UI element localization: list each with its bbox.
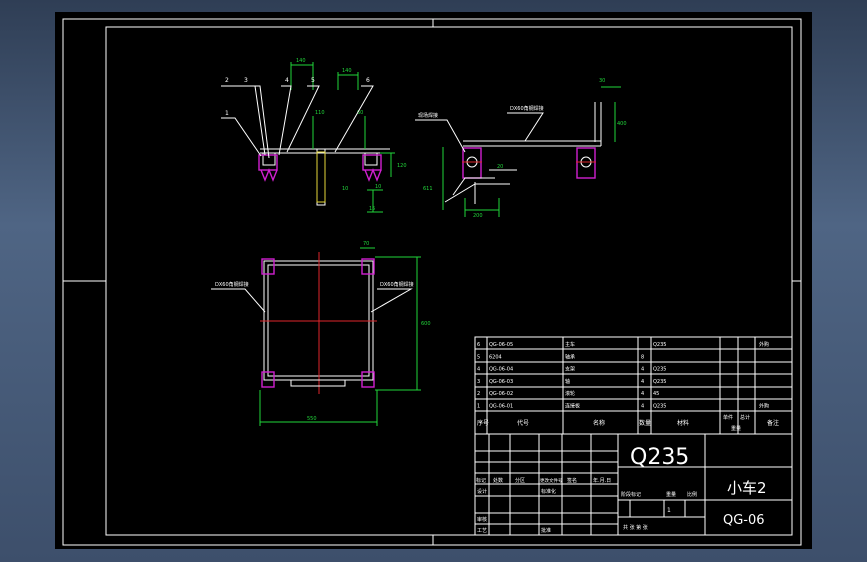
- scale-label: 比例: [687, 491, 697, 498]
- bom-cell-code: QG-06-02: [489, 391, 513, 397]
- bom-cell-seq: 5: [477, 354, 480, 360]
- bom-cell-material: Q235: [653, 404, 666, 410]
- bom-cell-material: 45: [653, 391, 659, 397]
- mark-label-1: 标记: [476, 477, 486, 484]
- mark-label-6: 年.月.日: [593, 477, 611, 484]
- title-block: Q235 小车2 QG-06 标记 处数 分区 更改文件号 签名 年.月.日 设…: [474, 433, 793, 536]
- weight-label: 重量: [666, 491, 676, 498]
- cad-viewport[interactable]: 10 15 120 10 60 110 140 140 1 2 3 4 5 6: [55, 12, 812, 549]
- bom-cell-qty: 8: [641, 354, 644, 360]
- side-view: 200 611 20 30 400 现场焊接 DX60角钢焊接: [415, 78, 627, 219]
- bom-cell-seq: 1: [477, 404, 480, 410]
- bom-cell-seq: 4: [477, 367, 480, 373]
- process-label: 工艺: [477, 528, 487, 534]
- stage-label: 阶段标记: [621, 491, 641, 498]
- side-bracket-left: [462, 147, 482, 179]
- callout-plan-left: DX60角钢焊接: [215, 281, 249, 288]
- roller-left: [258, 154, 278, 171]
- bom-cell-note: 外购: [759, 341, 769, 348]
- bom-cell-code: QG-06-03: [489, 379, 513, 385]
- bom-cell-code: QG-06-05: [489, 342, 513, 348]
- dim-140-left: 140: [296, 58, 306, 64]
- std-label: 标准化: [541, 488, 556, 495]
- dim-600: 600: [421, 321, 431, 327]
- dim-611: 611: [423, 186, 433, 192]
- dim-400: 400: [617, 121, 627, 127]
- svg-text:10: 10: [375, 184, 381, 190]
- front-view: 10 15 120 10 60 110 140 140 1 2 3 4 5 6: [221, 58, 407, 213]
- bom-cell-qty: 4: [641, 379, 644, 385]
- dim-120: 120: [397, 163, 407, 169]
- bom-header-material: 材料: [677, 419, 689, 427]
- bom-cell-code: QG-06-01: [489, 404, 513, 410]
- dim-550: 550: [307, 416, 317, 422]
- dim-140-right: 140: [342, 68, 352, 74]
- approve-label: 批准: [541, 527, 551, 534]
- drawing-canvas: 10 15 120 10 60 110 140 140 1 2 3 4 5 6: [62, 18, 802, 546]
- dim-200: 200: [473, 213, 483, 219]
- dim-10: 10: [342, 186, 348, 192]
- balloon-2: 2: [225, 77, 229, 84]
- mark-label-5: 签名: [567, 477, 577, 484]
- bom-cell-name: 轴: [565, 378, 570, 385]
- audit-label: 审核: [477, 516, 487, 523]
- bom-cell-seq: 3: [477, 379, 480, 385]
- material-label: Q235: [630, 445, 689, 470]
- bom-cell-qty: 4: [641, 404, 644, 410]
- bom-cell-name: 支架: [565, 366, 575, 373]
- balloon-3: 3: [244, 77, 248, 84]
- bom-cell-qty: 4: [641, 367, 644, 373]
- bom-header-name: 名称: [593, 419, 605, 427]
- bom-cell-seq: 2: [477, 391, 480, 397]
- design-label: 设计: [477, 488, 487, 495]
- bom-cell-material: Q235: [653, 379, 666, 385]
- outer-frame: [62, 18, 802, 546]
- dim-20: 20: [497, 164, 503, 170]
- drawing-number: QG-06: [723, 513, 765, 528]
- bom-cell-name: 连接板: [565, 403, 580, 410]
- drawing-title: 小车2: [727, 479, 767, 497]
- balloon-5: 5: [311, 77, 315, 84]
- mark-label-2: 处数: [493, 477, 503, 484]
- callout-weld: 现场焊接: [418, 112, 438, 119]
- bom-cell-name: 轴承: [565, 353, 575, 360]
- bom-cell-seq: 6: [477, 342, 480, 348]
- bom-header-code: 代号: [517, 419, 529, 427]
- bom-cell-qty: 4: [641, 391, 644, 397]
- sheets-label: 共 张 第 张: [623, 524, 648, 531]
- scale-value: 1: [667, 507, 671, 514]
- bom-header-weight: 重量: [731, 425, 741, 432]
- balloon-4: 4: [285, 77, 289, 84]
- bom-cell-code: 6204: [489, 354, 502, 360]
- bom-cell-name: 滚轮: [565, 390, 575, 397]
- callout-plan-right: DX60角钢焊接: [380, 281, 414, 288]
- bom-header-seq: 序号: [477, 419, 489, 427]
- dim-15: 15: [369, 206, 375, 212]
- bom-header-total: 总计: [740, 414, 750, 421]
- balloon-1: 1: [225, 110, 229, 117]
- bom-header-note: 备注: [767, 419, 779, 427]
- roller-right: [362, 154, 382, 171]
- side-bracket-right: [576, 147, 596, 179]
- bom-header: 序号 代号 名称 数量 材料 单件 总计 重量 备注: [477, 414, 779, 432]
- bom-cell-name: 主车: [565, 341, 575, 348]
- dim-30: 30: [599, 78, 605, 84]
- mark-label-4: 更改文件号: [540, 477, 563, 484]
- bom-cell-material: Q235: [653, 367, 666, 373]
- dim-110: 110: [315, 110, 325, 116]
- dim-70: 70: [363, 241, 369, 247]
- bom-header-unit: 单件: [723, 414, 733, 421]
- bom-cell-material: Q235: [653, 342, 666, 348]
- mark-label-3: 分区: [515, 477, 525, 484]
- bom-header-qty: 数量: [639, 419, 651, 427]
- plan-view: 550 600 70 DX60角钢焊接 DX60角钢焊接: [211, 241, 431, 426]
- bom-cell-note: 外购: [759, 403, 769, 410]
- balloon-6: 6: [366, 77, 370, 84]
- callout-bracket: DX60角钢焊接: [510, 105, 544, 112]
- bom-cell-code: QG-06-04: [489, 367, 513, 373]
